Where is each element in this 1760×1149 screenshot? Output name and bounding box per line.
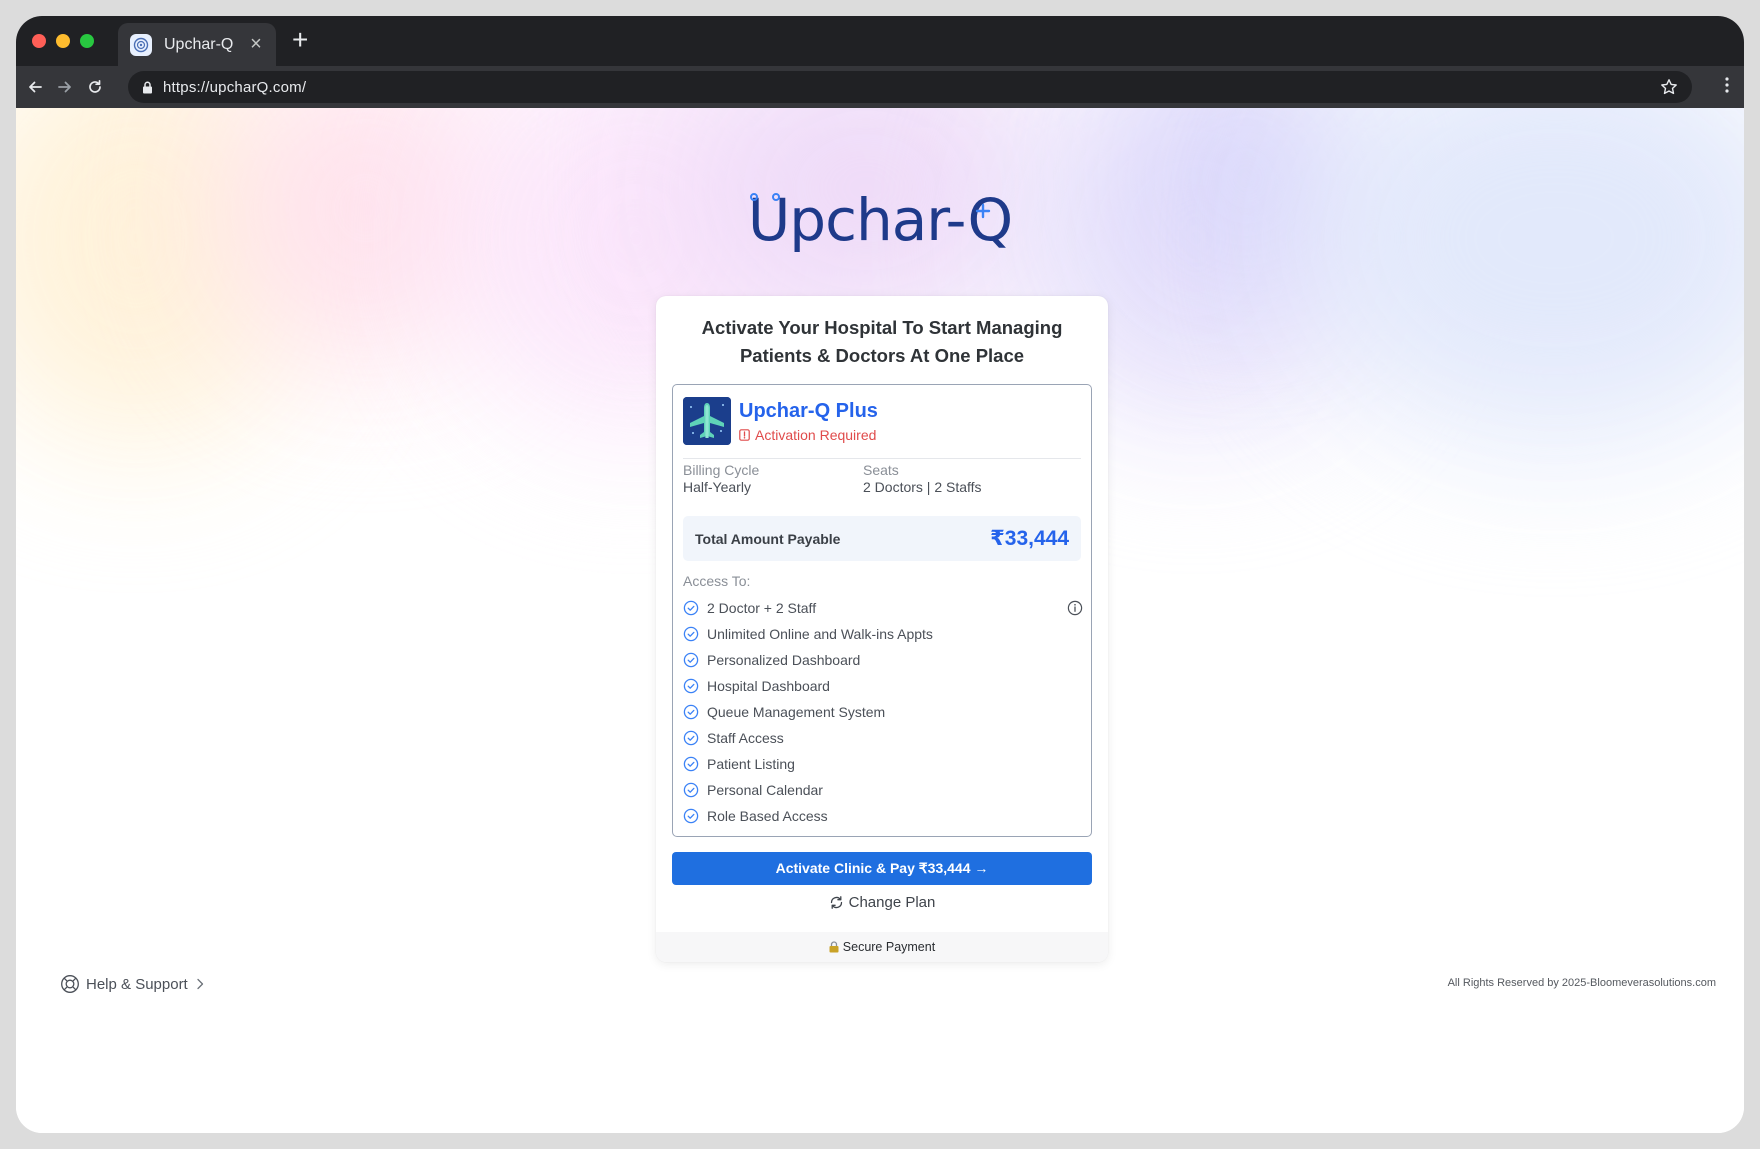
info-icon[interactable] [1067,600,1083,619]
total-amount-box: Total Amount Payable ₹33,444 [683,516,1081,561]
background-gradient [1296,108,1744,448]
chevron-right-icon [196,978,204,990]
minimize-window-button[interactable] [56,34,70,48]
maximize-window-button[interactable] [80,34,94,48]
list-item: Queue Management System [683,699,1083,725]
check-circle-icon [683,782,699,798]
total-label: Total Amount Payable [695,531,841,547]
close-icon[interactable]: × [244,33,268,56]
star-icon[interactable] [1660,78,1678,101]
check-circle-icon [683,600,699,616]
close-window-button[interactable] [32,34,46,48]
browser-tab[interactable]: Upchar-Q × [118,23,276,66]
alert-icon [739,428,750,441]
address-bar[interactable]: https://upcharQ.com/ [128,71,1692,103]
activate-pay-button[interactable]: Activate Clinic & Pay ₹33,444 → [672,852,1092,885]
list-item: Personalized Dashboard [683,647,1083,673]
list-item: 2 Doctor + 2 Staff [683,595,1083,621]
feature-list: 2 Doctor + 2 Staff Unlimited Online and … [683,595,1083,829]
check-circle-icon [683,626,699,642]
help-support-link[interactable]: Help & Support [60,974,204,994]
check-circle-icon [683,808,699,824]
secure-payment-bar: Secure Payment [656,932,1108,962]
plan-header: Upchar-Q Plus Activation Required [683,397,878,445]
seats-label: Seats [863,462,899,478]
stethoscope-icon [749,190,780,208]
tab-title: Upchar-Q [164,35,234,53]
page-content: Upchar-Q Activate Your Hospital To Start… [16,108,1744,1133]
plan-airplane-icon [683,397,731,445]
browser-window: Upchar-Q × + https://upcharQ.com/ Upchar… [16,16,1744,1133]
billing-cycle-value: Half-Yearly [683,479,751,495]
activation-card: Activate Your Hospital To Start Managing… [656,296,1108,962]
seats-value: 2 Doctors | 2 Staffs [863,479,982,495]
check-circle-icon [683,756,699,772]
change-plan-button[interactable]: Change Plan [656,894,1108,911]
url-text: https://upcharQ.com/ [163,78,307,96]
menu-icon[interactable] [1724,76,1730,99]
copyright-text: All Rights Reserved by 2025-Bloomeveraso… [1447,977,1716,989]
refresh-icon [829,895,844,910]
lock-icon [142,81,153,94]
tab-bar: Upchar-Q × + [16,16,1744,66]
card-heading: Activate Your Hospital To Start Managing… [701,317,1063,366]
list-item: Hospital Dashboard [683,673,1083,699]
lifebuoy-icon [60,974,80,994]
check-circle-icon [683,652,699,668]
divider [683,458,1081,459]
list-item: Role Based Access [683,803,1083,829]
reload-icon[interactable] [82,74,108,100]
check-circle-icon [683,704,699,720]
back-icon[interactable] [22,74,48,100]
list-item: Staff Access [683,725,1083,751]
list-item: Personal Calendar [683,777,1083,803]
status-badge: Activation Required [739,427,878,443]
logo-text: Upchar-Q [747,186,1013,254]
check-circle-icon [683,678,699,694]
plus-icon [974,202,992,225]
browser-toolbar: https://upcharQ.com/ [16,66,1744,108]
plan-name: Upchar-Q Plus [739,399,878,422]
forward-icon[interactable] [52,74,78,100]
list-item: Patient Listing [683,751,1083,777]
total-value: ₹33,444 [990,527,1069,550]
favicon-icon [130,33,152,56]
plan-details: Upchar-Q Plus Activation Required Billin… [672,384,1092,837]
access-title: Access To: [683,573,751,589]
billing-cycle-label: Billing Cycle [683,462,760,478]
new-tab-button[interactable]: + [292,26,308,54]
check-circle-icon [683,730,699,746]
brand-logo: Upchar-Q [16,186,1744,254]
list-item: Unlimited Online and Walk-ins Appts [683,621,1083,647]
lock-icon [829,941,839,953]
